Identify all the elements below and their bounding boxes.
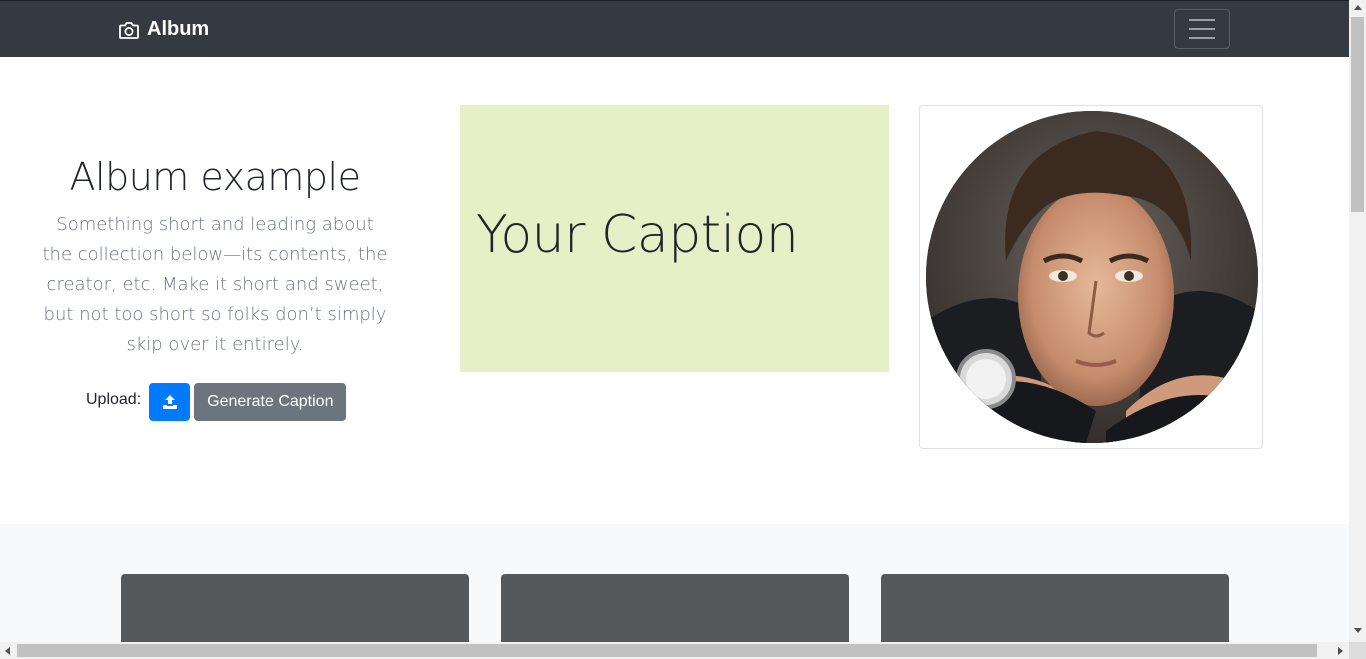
upload-row: Upload: Generate Caption	[86, 383, 347, 421]
generate-caption-button[interactable]: Generate Caption	[194, 383, 347, 421]
vertical-scrollbar[interactable]	[1349, 0, 1366, 642]
scroll-up-arrow-icon[interactable]	[1354, 5, 1362, 10]
vertical-scrollbar-thumb[interactable]	[1351, 17, 1364, 212]
album-card-thumbnail	[501, 574, 849, 642]
album-section	[0, 524, 1349, 642]
horizontal-scrollbar[interactable]	[0, 642, 1349, 659]
photo-card	[919, 105, 1263, 449]
hero-title: Album example	[69, 155, 361, 199]
upload-icon	[162, 395, 177, 409]
navbar-brand[interactable]: Album	[119, 18, 209, 41]
album-card-thumbnail	[121, 574, 469, 642]
album-card-thumbnail	[881, 574, 1229, 642]
camera-icon	[119, 21, 139, 39]
upload-label: Upload:	[86, 391, 142, 408]
hero-lead: Something short and leading about the co…	[42, 214, 388, 355]
portrait-illustration	[926, 111, 1258, 443]
navbar-toggler-button[interactable]	[1174, 9, 1230, 49]
horizontal-scrollbar-thumb[interactable]	[17, 644, 1317, 657]
scroll-left-arrow-icon[interactable]	[5, 647, 10, 655]
navbar: Album	[0, 0, 1349, 57]
scroll-right-arrow-icon[interactable]	[1338, 647, 1343, 655]
caption-panel: Your Caption	[460, 105, 889, 372]
hamburger-menu-icon	[1189, 19, 1215, 21]
upload-button[interactable]	[149, 383, 191, 421]
scroll-down-arrow-icon[interactable]	[1354, 628, 1362, 633]
caption-text: Your Caption	[476, 205, 799, 265]
page: Album Album example Something short and …	[0, 0, 1349, 642]
scrollbar-corner	[1349, 642, 1366, 659]
portrait-photo	[926, 111, 1258, 443]
brand-label: Album	[147, 18, 210, 40]
